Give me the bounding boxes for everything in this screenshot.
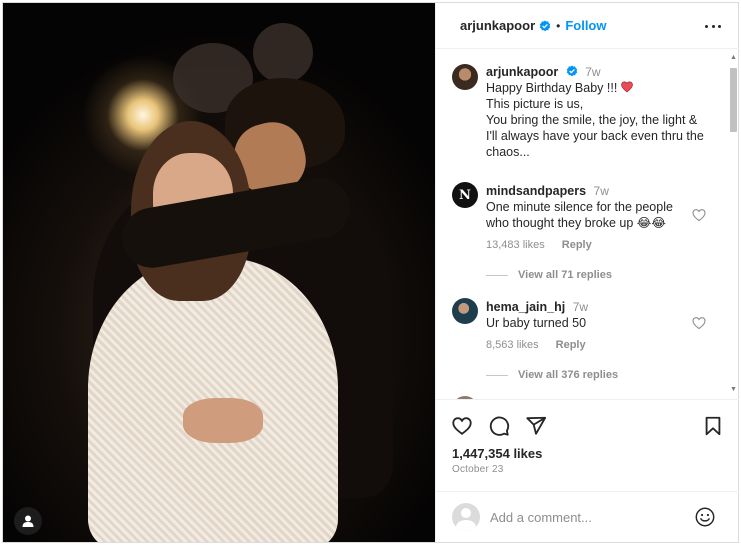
avatar-letter: N — [459, 187, 471, 203]
comment-avatar[interactable]: N — [452, 182, 478, 208]
more-options-button[interactable] — [705, 18, 721, 34]
comment-avatar[interactable] — [452, 396, 478, 399]
view-replies-button[interactable]: View all 376 replies — [486, 369, 618, 381]
divider-line — [486, 374, 508, 376]
follow-button[interactable]: Follow — [565, 18, 606, 33]
share-paper-plane-icon[interactable] — [525, 415, 547, 437]
scroll-down-arrow-icon[interactable]: ▼ — [730, 386, 737, 394]
caption-avatar[interactable] — [452, 64, 478, 90]
caption-line: You bring the smile, the joy, the light … — [486, 113, 698, 127]
dot-icon — [705, 24, 708, 28]
post-sidebar: arjunkapoor • Follow arjunkapoor 7w Happ… — [435, 3, 739, 542]
caption-time[interactable]: 7w — [585, 65, 600, 79]
comment-text: who thought they broke up 😂😂 — [486, 216, 667, 230]
comment-username[interactable]: hema_jain_hj — [486, 300, 565, 314]
scrollbar-thumb[interactable] — [730, 68, 737, 132]
like-comment-heart-icon[interactable] — [692, 208, 706, 222]
add-comment-input[interactable] — [490, 507, 680, 527]
comments-list[interactable]: arjunkapoor 7w Happy Birthday Baby !!! T… — [436, 50, 739, 400]
post-modal: arjunkapoor • Follow arjunkapoor 7w Happ… — [2, 2, 739, 543]
post-date[interactable]: October 23 — [452, 464, 503, 475]
add-comment-bar — [436, 491, 739, 542]
caption-line: I'll always have your back even thru the — [486, 129, 704, 143]
like-heart-icon[interactable] — [451, 415, 473, 437]
reply-button[interactable]: Reply — [556, 339, 586, 351]
verified-badge-icon — [566, 65, 577, 77]
comment-time[interactable]: 7w — [594, 184, 609, 198]
caption: arjunkapoor 7w Happy Birthday Baby !!! T… — [486, 64, 714, 160]
comment-time[interactable]: 7w — [573, 300, 588, 314]
comment-username[interactable]: mindsandpapers — [486, 184, 586, 198]
separator-dot: • — [556, 18, 561, 33]
verified-badge-icon — [539, 20, 551, 31]
comment-bubble-icon[interactable] — [488, 415, 510, 437]
comment: mindsandpapers 7w One minute silence for… — [486, 183, 714, 231]
comment-avatar[interactable] — [452, 298, 478, 324]
comment: hema_jain_hj 7w Ur baby turned 50 — [486, 299, 714, 331]
post-photo[interactable] — [3, 3, 435, 542]
comment-likes[interactable]: 13,483 likes — [486, 239, 545, 251]
user-tag-icon — [22, 515, 34, 527]
dot-icon — [711, 24, 715, 28]
woman-waist — [183, 398, 263, 443]
current-user-avatar — [452, 503, 480, 531]
view-replies-label: View all 376 replies — [518, 369, 619, 381]
post-header: arjunkapoor • Follow — [436, 3, 739, 49]
tagged-users-button[interactable] — [14, 507, 42, 535]
red-heart-emoji-icon — [621, 81, 633, 93]
view-replies-label: View all 71 replies — [518, 269, 612, 281]
caption-line: This picture is us, — [486, 97, 584, 111]
reply-button[interactable]: Reply — [562, 239, 592, 251]
comment-meta: 8,563 likes Reply — [486, 339, 600, 351]
like-comment-heart-icon[interactable] — [692, 316, 706, 330]
comment-meta: 13,483 likes Reply — [486, 239, 606, 251]
scroll-up-arrow-icon[interactable]: ▲ — [730, 54, 737, 62]
likes-count[interactable]: 1,447,354 likes — [452, 446, 542, 461]
save-bookmark-icon[interactable] — [702, 415, 724, 437]
view-replies-button[interactable]: View all 71 replies — [486, 269, 612, 281]
caption-line: chaos... — [486, 145, 530, 159]
header-username[interactable]: arjunkapoor — [460, 18, 535, 33]
post-actions — [436, 401, 739, 441]
dot-icon — [718, 24, 721, 28]
comment-likes[interactable]: 8,563 likes — [486, 339, 539, 351]
emoji-smiley-icon[interactable] — [694, 506, 716, 528]
caption-username[interactable]: arjunkapoor — [486, 65, 558, 79]
divider-line — [486, 274, 508, 276]
background-person — [253, 23, 313, 83]
comment-text: Ur baby turned 50 — [486, 316, 587, 330]
comment-text: One minute silence for the people — [486, 200, 673, 214]
caption-line: Happy Birthday Baby !!! — [486, 81, 618, 95]
